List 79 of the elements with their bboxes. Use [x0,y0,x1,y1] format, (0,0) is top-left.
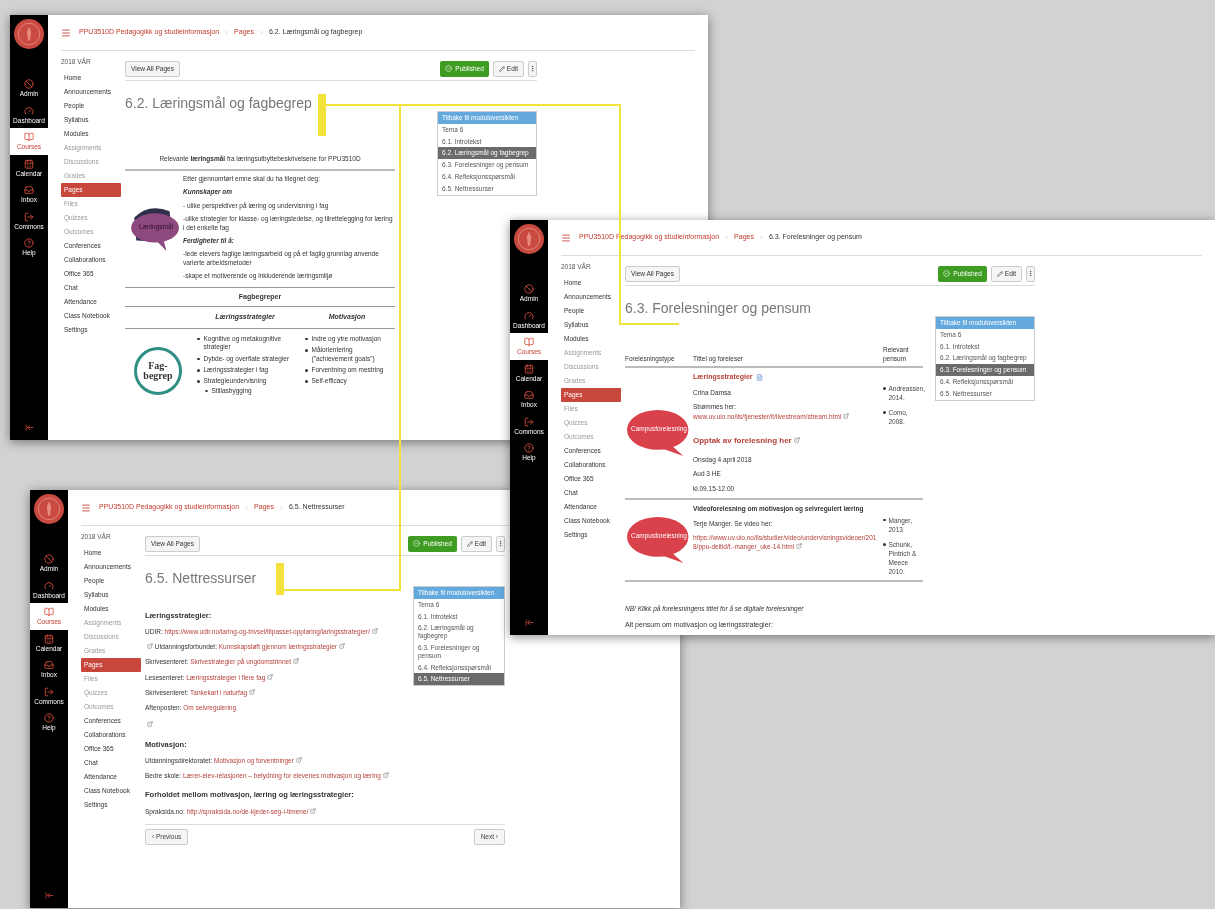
calendar-icon [44,633,54,644]
bullet-icon [305,369,308,372]
book-icon [24,132,34,142]
bullet-icon [197,337,200,341]
help-icon [24,238,34,248]
bullet-icon [197,380,200,383]
external-link-icon [295,757,302,764]
badge-text: Fag-begrep [143,361,173,382]
prohibited-icon [44,554,54,564]
chevron-icon [724,235,730,240]
external-link-icon [293,658,299,665]
exit-arrow-icon [24,211,34,222]
inbox-icon [44,660,54,670]
page-title: 6.2. Læringsmål og fagbegrep [125,94,313,113]
bullet-icon [883,543,886,546]
bullet-icon [883,518,886,522]
seal-logo-icon[interactable] [34,494,64,524]
book-icon [44,607,54,617]
collapse-icon[interactable] [44,891,54,900]
pencil-icon [498,65,505,72]
external-link-icon [147,643,153,650]
external-link-icon [310,807,317,814]
chevron-icon [278,505,284,510]
more-options-button[interactable] [1026,265,1035,282]
check-circle-icon [943,270,951,277]
check-circle-icon [445,65,453,72]
bullet-icon [197,369,200,372]
speech-bubble-drawing [627,409,691,458]
chevron-icon [258,30,264,35]
collapse-icon[interactable] [524,618,534,627]
gauge-icon [44,580,54,591]
speech-bubble-drawing [627,516,691,565]
calendar-icon [24,158,34,169]
bullet-icon [305,349,308,352]
menu-icon[interactable] [61,27,71,38]
more-options-button[interactable] [496,535,505,552]
external-link-icon [267,673,274,680]
gauge-icon [524,310,534,321]
external-link-icon [843,412,850,419]
book-icon [524,337,534,347]
exit-arrow-icon [44,686,54,697]
collapse-icon[interactable] [24,423,34,432]
inbox-icon [24,185,34,195]
calendar-icon [524,363,534,374]
exit-arrow-icon [524,416,534,427]
more-options-button[interactable] [528,60,537,77]
inbox-icon [524,390,534,400]
external-link-icon [249,688,256,695]
check-circle-icon [413,540,421,547]
chevron-icon [244,505,250,510]
seal-logo-icon[interactable] [514,224,544,254]
page-title: 6.3. Forelesninger og pensum [625,299,812,318]
menu-icon[interactable] [561,232,571,243]
external-link-icon [382,772,389,779]
prohibited-icon [524,284,534,294]
external-link-icon [338,643,345,650]
bullet-icon [305,337,308,341]
bullet-icon [305,380,308,383]
bullet-icon [883,411,886,414]
pencil-icon [466,540,473,547]
bullet-icon [205,389,208,393]
external-link-icon [793,436,800,443]
chevron-icon [758,235,764,240]
page-title: 6.5. Nettressurser [145,569,258,588]
external-link-icon [796,543,803,550]
help-icon [524,443,534,453]
gauge-icon [24,105,34,116]
pencil-icon [996,270,1003,277]
prohibited-icon [24,79,34,89]
document-icon [755,373,763,381]
recording-link[interactable]: Opptak av forelesning her [693,435,800,445]
bullet-icon [197,357,200,361]
menu-icon[interactable] [81,502,91,513]
bullet-icon [883,387,886,390]
chevron-icon [224,30,230,35]
external-link-icon [371,628,378,635]
help-icon [44,713,54,723]
seal-logo-icon[interactable] [14,19,44,49]
external-link-icon [147,720,153,727]
